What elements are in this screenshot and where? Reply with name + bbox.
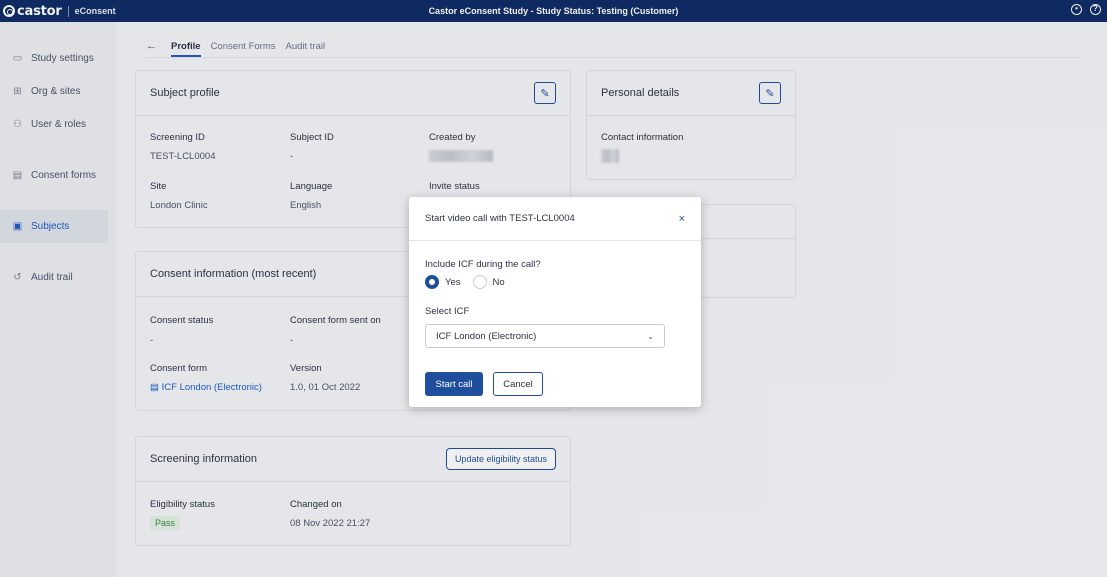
include-icf-label: Include ICF during the call?: [425, 259, 541, 270]
radio-no[interactable]: No: [472, 275, 505, 289]
close-icon[interactable]: ×: [679, 213, 685, 225]
include-icf-radio-group: Yes No: [425, 275, 517, 289]
radio-yes[interactable]: Yes: [425, 275, 461, 289]
radio-unselected-icon: [472, 275, 487, 289]
start-call-button[interactable]: Start call: [425, 372, 483, 396]
chevron-down-icon: ⌄: [647, 331, 654, 341]
radio-selected-icon: [425, 275, 439, 289]
icf-select-value: ICF London (Electronic): [436, 330, 537, 342]
dialog-title: Start video call with TEST-LCL0004: [425, 213, 575, 224]
cancel-button[interactable]: Cancel: [493, 372, 543, 396]
icf-select[interactable]: ICF London (Electronic) ⌄: [425, 324, 665, 348]
select-icf-label: Select ICF: [425, 306, 470, 317]
video-call-dialog: Start video call with TEST-LCL0004 × Inc…: [409, 197, 701, 407]
